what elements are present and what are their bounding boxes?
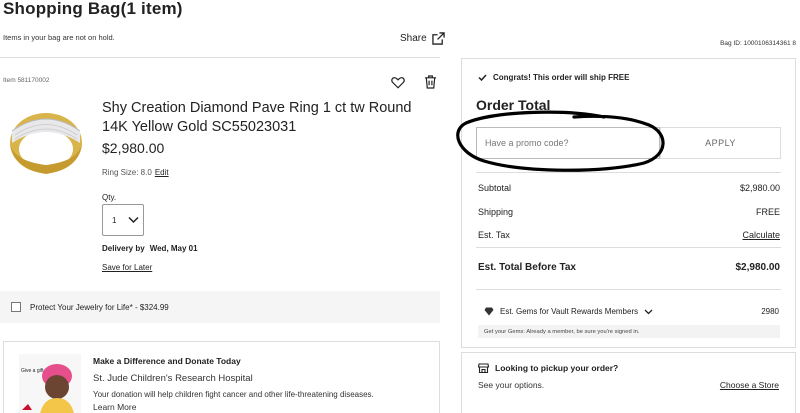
save-for-later-link[interactable]: Save for Later (102, 263, 152, 272)
product-price: $2,980.00 (102, 140, 165, 156)
gems-note: Get your Gems: Already a member, be sure… (478, 325, 780, 338)
bag-id: Bag ID: 1000106314361 8 (720, 40, 796, 47)
ring-product-image[interactable] (3, 99, 89, 185)
store-icon (478, 363, 489, 373)
free-shipping-notice: Congrats! This order will ship FREE (478, 73, 629, 82)
ring-size: Ring Size: 8.0 Edit (102, 168, 169, 177)
qty-label: Qty. (102, 193, 117, 202)
divider (476, 247, 781, 248)
subtotal-row: Subtotal $2,980.00 (478, 183, 780, 193)
donation-description: Your donation will help children fight c… (93, 390, 374, 399)
calculate-tax-link[interactable]: Calculate (742, 230, 780, 240)
protect-label: Protect Your Jewelry for Life* - $324.99 (30, 302, 169, 312)
divider (0, 57, 440, 58)
divider (476, 172, 781, 173)
choose-store-link[interactable]: Choose a Store (720, 380, 779, 390)
svg-text:Give a gift: Give a gift (21, 368, 44, 374)
pickup-card: Looking to pickup your order? See your o… (461, 352, 796, 413)
protect-jewelry-option[interactable]: Protect Your Jewelry for Life* - $324.99 (0, 291, 440, 323)
donation-org: St. Jude Children's Research Hospital (93, 373, 253, 384)
donation-card: Give a gift Make a Difference and Donate… (3, 341, 440, 413)
check-icon (478, 74, 487, 81)
gem-icon (484, 307, 494, 316)
heart-icon[interactable] (391, 76, 405, 89)
delivery-info: Delivery by Wed, May 01 (102, 244, 198, 253)
shipping-row: Shipping FREE (478, 207, 780, 217)
pickup-title: Looking to pickup your order? (478, 363, 618, 373)
total-row: Est. Total Before Tax $2,980.00 (478, 262, 780, 273)
hold-note: Items in your bag are not on hold. (3, 33, 115, 42)
tax-row: Est. Tax Calculate (478, 230, 780, 240)
order-summary: Congrats! This order will ship FREE Orde… (456, 58, 796, 348)
promo-code-input[interactable]: Have a promo code? (476, 127, 660, 159)
qty-select[interactable]: 1 (102, 204, 144, 236)
donation-image: Give a gift (19, 354, 81, 413)
item-number: Item 581170002 (3, 77, 50, 84)
share-icon (431, 32, 445, 45)
donation-title: Make a Difference and Donate Today (93, 356, 241, 366)
learn-more-link[interactable]: Learn More (93, 402, 136, 412)
product-name[interactable]: Shy Creation Diamond Pave Ring 1 ct tw R… (102, 99, 422, 137)
share-button[interactable]: Share (400, 32, 445, 45)
order-total-heading: Order Total (476, 97, 551, 113)
apply-button[interactable]: APPLY (660, 127, 781, 159)
gems-value: 2980 (761, 307, 779, 316)
share-label: Share (400, 33, 427, 44)
chevron-down-icon (644, 309, 653, 314)
trash-icon[interactable] (424, 75, 437, 89)
page-title: Shopping Bag(1 item) (3, 0, 183, 18)
gems-toggle[interactable]: Est. Gems for Vault Rewards Members (484, 307, 653, 316)
chevron-down-icon (128, 216, 139, 224)
protect-checkbox[interactable] (11, 302, 21, 312)
qty-value: 1 (112, 215, 117, 225)
divider (476, 289, 781, 290)
edit-link[interactable]: Edit (155, 168, 169, 177)
pickup-options: See your options. (478, 380, 545, 390)
